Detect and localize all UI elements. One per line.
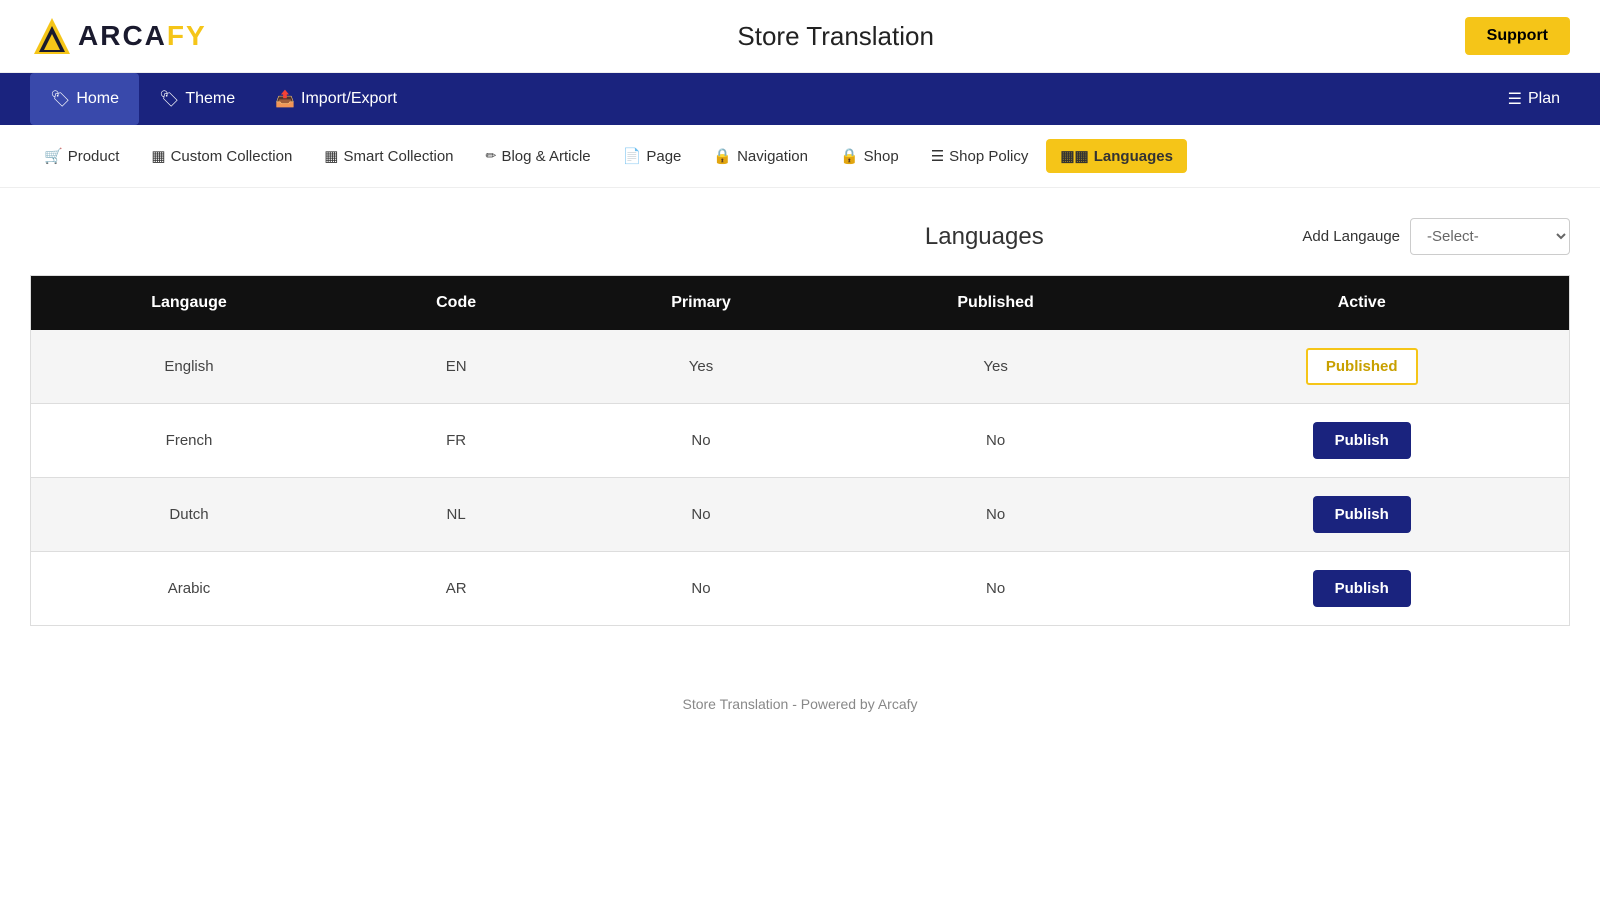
import-export-icon: 📤: [275, 89, 295, 109]
table-row: French FR No No Publish: [31, 404, 1570, 478]
publish-button[interactable]: Publish: [1313, 422, 1411, 459]
page-icon: 📄: [623, 147, 642, 165]
publish-button[interactable]: Publish: [1313, 570, 1411, 607]
cell-language: Dutch: [31, 478, 348, 552]
table-row: English EN Yes Yes Published: [31, 330, 1570, 404]
cell-published: No: [837, 404, 1155, 478]
sec-nav-product[interactable]: 🛒 Product: [30, 139, 133, 173]
add-language-select[interactable]: -Select-: [1410, 218, 1570, 255]
cell-language: French: [31, 404, 348, 478]
blog-article-icon: ✏: [486, 148, 497, 164]
logo-text: ARCA: [78, 20, 167, 52]
cell-primary: No: [565, 404, 837, 478]
add-language-label: Add Langauge: [1302, 228, 1400, 245]
cell-language: Arabic: [31, 552, 348, 626]
top-header: ARCAFY Store Translation Support: [0, 0, 1600, 73]
primary-nav: 🏷 Home 🏷 Theme 📤 Import/Export ☰ Plan: [0, 73, 1600, 125]
plan-button[interactable]: ☰ Plan: [1498, 73, 1570, 125]
languages-icon: ▦▦: [1060, 147, 1088, 165]
custom-collection-icon: ▦: [151, 147, 165, 165]
sec-nav-languages[interactable]: ▦▦ Languages: [1046, 139, 1187, 173]
page-title: Store Translation: [737, 21, 934, 52]
footer: Store Translation - Powered by Arcafy: [0, 656, 1600, 732]
sec-nav-page[interactable]: 📄 Page: [609, 139, 696, 173]
logo-text-2: FY: [167, 20, 207, 52]
cell-code: AR: [347, 552, 565, 626]
cell-published: No: [837, 478, 1155, 552]
languages-header: Languages Add Langauge -Select-: [30, 218, 1570, 255]
support-button[interactable]: Support: [1465, 17, 1570, 55]
smart-collection-icon: ▦: [324, 147, 338, 165]
col-published: Published: [837, 276, 1155, 331]
product-icon: 🛒: [44, 147, 63, 165]
table-header-row: Langauge Code Primary Published Active: [31, 276, 1570, 331]
table-row: Arabic AR No No Publish: [31, 552, 1570, 626]
cell-primary: No: [565, 478, 837, 552]
plan-icon: ☰: [1508, 89, 1522, 109]
languages-title: Languages: [666, 223, 1302, 251]
cell-active: Publish: [1154, 404, 1569, 478]
cell-published: Yes: [837, 330, 1155, 404]
shop-policy-icon: ☰: [931, 147, 944, 165]
cell-published: No: [837, 552, 1155, 626]
languages-table: Langauge Code Primary Published Active E…: [30, 275, 1570, 626]
col-language: Langauge: [31, 276, 348, 331]
published-badge: Published: [1306, 348, 1418, 385]
main-content: Languages Add Langauge -Select- Langauge…: [0, 188, 1600, 656]
cell-primary: No: [565, 552, 837, 626]
cell-language: English: [31, 330, 348, 404]
sec-nav-shop[interactable]: 🔒 Shop: [826, 139, 913, 173]
cell-primary: Yes: [565, 330, 837, 404]
cell-active: Publish: [1154, 552, 1569, 626]
navigation-icon: 🔒: [713, 147, 732, 165]
nav-item-home[interactable]: 🏷 Home: [30, 73, 139, 125]
col-active: Active: [1154, 276, 1569, 331]
secondary-nav: 🛒 Product ▦ Custom Collection ▦ Smart Co…: [0, 125, 1600, 188]
cell-active: Publish: [1154, 478, 1569, 552]
col-code: Code: [347, 276, 565, 331]
sec-nav-navigation[interactable]: 🔒 Navigation: [699, 139, 822, 173]
nav-item-theme[interactable]: 🏷 Theme: [139, 73, 255, 125]
cell-code: NL: [347, 478, 565, 552]
sec-nav-smart-collection[interactable]: ▦ Smart Collection: [310, 139, 467, 173]
table-header: Langauge Code Primary Published Active: [31, 276, 1570, 331]
home-icon: 🏷: [50, 89, 70, 109]
sec-nav-custom-collection[interactable]: ▦ Custom Collection: [137, 139, 306, 173]
cell-code: EN: [347, 330, 565, 404]
table-row: Dutch NL No No Publish: [31, 478, 1570, 552]
nav-item-import-export[interactable]: 📤 Import/Export: [255, 73, 417, 125]
table-body: English EN Yes Yes Published French FR N…: [31, 330, 1570, 626]
logo-icon: [30, 14, 74, 58]
footer-text: Store Translation - Powered by Arcafy: [683, 696, 918, 712]
publish-button[interactable]: Publish: [1313, 496, 1411, 533]
shop-icon: 🔒: [840, 147, 859, 165]
cell-code: FR: [347, 404, 565, 478]
col-primary: Primary: [565, 276, 837, 331]
theme-icon: 🏷: [159, 89, 179, 109]
primary-nav-left: 🏷 Home 🏷 Theme 📤 Import/Export: [30, 73, 417, 125]
sec-nav-blog-article[interactable]: ✏ Blog & Article: [472, 140, 605, 173]
cell-active: Published: [1154, 330, 1569, 404]
sec-nav-shop-policy[interactable]: ☰ Shop Policy: [917, 139, 1043, 173]
logo: ARCAFY: [30, 14, 207, 58]
add-language-section: Add Langauge -Select-: [1302, 218, 1570, 255]
